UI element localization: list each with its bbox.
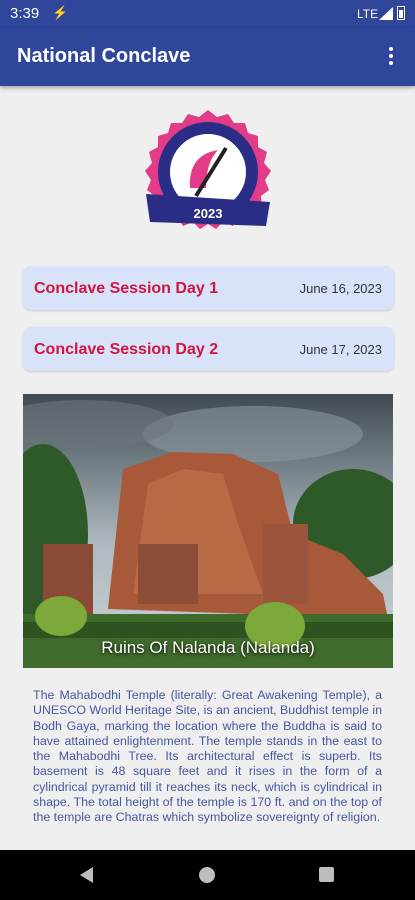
session-date: June 16, 2023: [299, 281, 382, 296]
status-bar: 3:39 ⚡ LTE: [0, 0, 415, 28]
home-icon[interactable]: [199, 867, 215, 883]
session-date: June 17, 2023: [299, 342, 382, 357]
network-type: LTE: [357, 7, 379, 21]
app-title: National Conclave: [17, 45, 191, 67]
session-card-day-2[interactable]: Conclave Session Day 2 June 17, 2023: [23, 327, 394, 371]
status-time: 3:39: [10, 5, 40, 22]
nalanda-ruins-image: [23, 394, 393, 668]
session-label: Conclave Session Day 1: [34, 280, 219, 297]
session-label: Conclave Session Day 2: [34, 341, 219, 358]
recent-apps-icon[interactable]: [319, 867, 334, 882]
photo-caption: Ruins Of Nalanda (Nalanda): [101, 638, 315, 657]
back-icon[interactable]: [80, 867, 93, 883]
conclave-logo: 2023: [145, 110, 271, 229]
temple-description: The Mahabodhi Temple (literally: Great A…: [33, 688, 382, 825]
sync-icon: ⚡: [52, 5, 69, 20]
app-bar: National Conclave: [0, 28, 415, 86]
system-nav-bar: [0, 850, 415, 900]
more-options-icon[interactable]: [385, 45, 397, 69]
nalanda-photo: Ruins Of Nalanda (Nalanda): [23, 394, 393, 668]
battery-icon: [397, 6, 405, 20]
logo-year: 2023: [194, 206, 223, 221]
signal-icon: [379, 7, 393, 20]
session-card-day-1[interactable]: Conclave Session Day 1 June 16, 2023: [23, 266, 394, 310]
